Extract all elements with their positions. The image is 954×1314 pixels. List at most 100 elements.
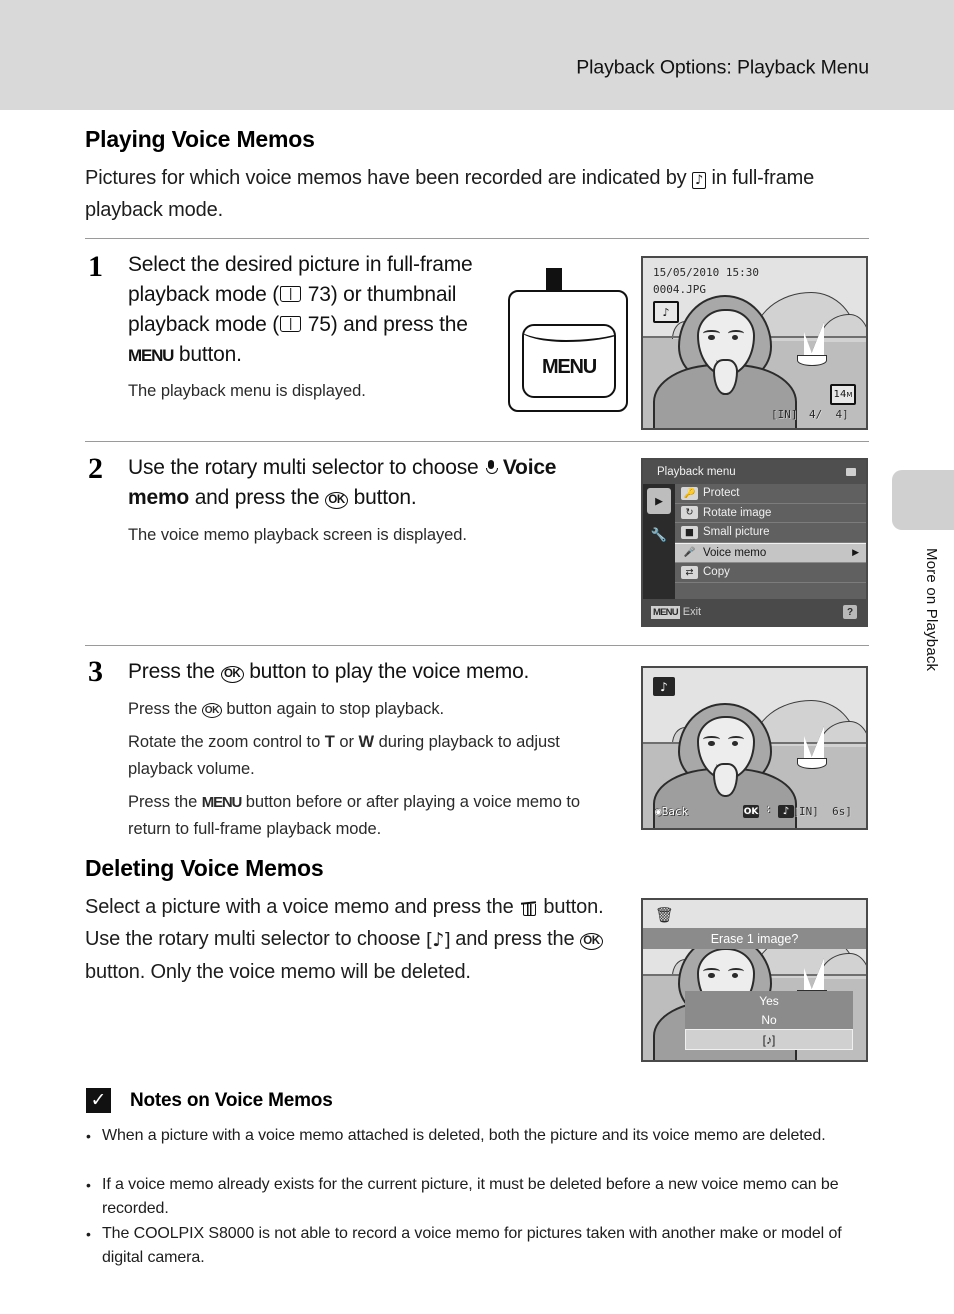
note-bullet: The COOLPIX S8000 is not able to record … [86, 1222, 877, 1270]
menu-key-shape: MENU [522, 324, 616, 398]
osd-filename: 0004.JPG [653, 283, 706, 296]
play-control-hint: OK : ♪ [743, 803, 794, 818]
erase-option-voice-memo[interactable]: [♪] [685, 1029, 853, 1050]
photo-sailboat [786, 322, 831, 372]
help-icon[interactable]: ? [843, 605, 857, 619]
step-1-ref-2: 75 [307, 313, 331, 336]
battery-icon [846, 468, 856, 476]
back-control-hint: ◉Back [655, 805, 688, 818]
person-pupil-left [708, 740, 715, 746]
frame-total: 4 [835, 408, 843, 421]
ok-button-glyph: OK [220, 666, 244, 683]
step-1-number: 1 [88, 250, 103, 283]
osd-datetime: 15/05/2010 15:30 [653, 266, 759, 279]
menu-exit-label: Exit [682, 606, 702, 618]
menu-item-protect[interactable]: 🔑 Protect [675, 484, 866, 504]
ok-button-glyph: OK [579, 933, 603, 950]
book-reference-icon [280, 286, 302, 302]
menu-item-voice-memo[interactable]: 🎤 Voice memo ▶ [675, 542, 866, 563]
internal-memory-label: IN [799, 805, 813, 818]
back-label: Back [661, 805, 689, 818]
image-size-badge: 14 M [830, 384, 856, 405]
internal-memory-label: IN [777, 408, 791, 421]
microphone-icon [485, 460, 498, 477]
boat-hull [797, 758, 827, 770]
rotate-icon: ↻ [681, 506, 698, 520]
side-tab-marker [892, 470, 954, 530]
menu-button-glyph: MENU [201, 794, 243, 811]
zoom-tele-label: T [324, 733, 335, 751]
key-icon: 🔑 [681, 486, 698, 500]
step-2-text-c: button. [353, 486, 417, 509]
note-bullet: If a voice memo already exists for the c… [86, 1173, 877, 1221]
copy-icon: ⇄ [681, 565, 698, 579]
step-3-note-3: Press the MENU button before or after pl… [128, 789, 618, 843]
voice-memo-icon: ♪ [653, 301, 679, 323]
trash-icon [521, 898, 536, 916]
person-pupil-left [708, 972, 715, 978]
menu-item-copy[interactable]: ⇄ Copy [675, 563, 866, 583]
boat-hull [797, 354, 827, 366]
menu-item-label: Rotate image [703, 506, 772, 519]
deleting-text-1: Select a picture with a voice memo and p… [85, 896, 514, 918]
step-3-note1-a: Press the [128, 700, 198, 718]
step-3-note1-b: button again to stop playback. [226, 700, 445, 718]
step-1-text-c: ) and press the [330, 313, 468, 336]
side-tab-label: More on Playback [923, 548, 940, 672]
menu-sidebar: ▶ 🔧 [643, 484, 675, 599]
setup-tab-icon[interactable]: 🔧 [647, 522, 671, 548]
step-2-note: The voice memo playback screen is displa… [128, 526, 467, 544]
step-2-text-b: and press the [194, 486, 320, 509]
voice-memo-icon: ♪ [691, 172, 707, 189]
zoom-wide-label: W [358, 733, 375, 751]
notes-title: Notes on Voice Memos [130, 1090, 333, 1111]
ok-button-glyph: OK [201, 703, 222, 718]
person-pupil-right [732, 972, 739, 978]
step-1-text-d: button. [178, 343, 242, 366]
intro-text-before: Pictures for which voice memos have been… [85, 167, 687, 189]
menu-key-label: MENU [541, 356, 597, 378]
menu-key-top-edge [524, 326, 614, 342]
menu-button-glyph: MENU [128, 346, 174, 365]
step-1-title: Select the desired picture in full-frame… [128, 250, 498, 371]
photo-sailboat [786, 726, 831, 776]
step-1-note: The playback menu is displayed. [128, 382, 366, 400]
page-header: Playback Options: Playback Menu [0, 0, 954, 110]
microphone-icon: 🎤 [683, 547, 696, 559]
menu-item-rotate-image[interactable]: ↻ Rotate image [675, 504, 866, 523]
heading-deleting-voice-memos: Deleting Voice Memos [85, 855, 324, 881]
menu-footer: MENU Exit ? [643, 599, 866, 625]
note-bullet: When a picture with a voice memo attache… [86, 1124, 870, 1148]
menu-titlebar: Playback menu [643, 460, 866, 484]
deleting-text-4: button. Only the voice memo will be dele… [85, 961, 471, 983]
playback-tab-icon[interactable]: ▶ [647, 488, 671, 514]
step-1-ref-1: 73 [307, 283, 331, 306]
menu-exit-tag: MENU [651, 605, 680, 619]
voice-memo-icon: [♪] [425, 929, 451, 951]
menu-items-list: 🔑 Protect ↻ Rotate image ■ Small picture… [675, 484, 866, 599]
voice-memo-icon: ♪ [653, 677, 675, 696]
divider-step2 [85, 441, 869, 442]
trash-icon: 🗑 [655, 906, 675, 924]
menu-item-label: Copy [703, 566, 730, 579]
step-3-title: Press the OK button to play the voice me… [128, 657, 628, 687]
step-2-text-a: Use the rotary multi selector to choose [128, 456, 479, 479]
small-picture-icon: ■ [681, 525, 698, 539]
erase-option-yes[interactable]: Yes [685, 991, 852, 1010]
deleting-text-3: and press the [455, 928, 575, 950]
heading-playing-voice-memos: Playing Voice Memos [85, 126, 315, 152]
step-3-note3-a: Press the [128, 793, 198, 811]
memo-duration-indicator: [IN] 6s] [792, 805, 852, 818]
menu-item-small-picture[interactable]: ■ Small picture [675, 523, 866, 543]
step-3-text-a: Press the [128, 660, 215, 683]
screen-erase-dialog: 🗑 Erase 1 image? Yes No [♪] [641, 898, 868, 1062]
frame-separator: / [815, 408, 823, 421]
step-3-note2-a: Rotate the zoom control to [128, 733, 321, 751]
erase-option-no[interactable]: No [685, 1010, 852, 1029]
menu-item-label: Small picture [703, 526, 770, 539]
screen-voice-memo-playback: ♪ ◉Back OK : ♪ [IN] 6s] [641, 666, 868, 830]
menu-button-illustration: MENU [508, 290, 628, 412]
erase-prompt: Erase 1 image? [643, 928, 866, 949]
book-reference-icon [280, 316, 302, 332]
deleting-paragraph: Select a picture with a voice memo and p… [85, 891, 615, 988]
